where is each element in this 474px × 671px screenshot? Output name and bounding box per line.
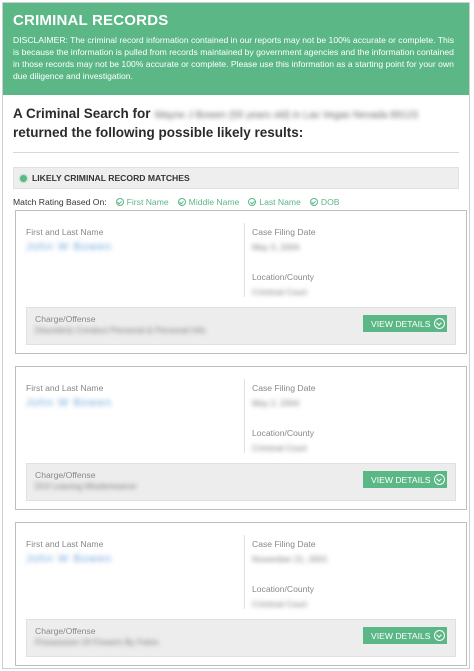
record-card: First and Last Name John W Bowen Case Fi… (15, 210, 467, 354)
name-label: First and Last Name (26, 227, 104, 237)
search-subject-blurred: Wayne J Bowen (55 years old) in Las Vega… (154, 110, 418, 121)
view-details-label: VIEW DETAILS (371, 630, 431, 641)
record-name[interactable]: John W Bowen (26, 241, 112, 253)
section-title: CRIMINAL RECORDS (13, 12, 169, 29)
likely-matches-bar: LIKELY CRIMINAL RECORD MATCHES (13, 167, 459, 189)
column-divider (244, 535, 245, 609)
chevron-down-circle-icon (433, 630, 445, 641)
record-name-column: First and Last Name John W Bowen (26, 539, 241, 567)
disclaimer-text: DISCLAIMER: The criminal record informat… (13, 35, 455, 81)
criminal-records-panel: CRIMINAL RECORDS DISCLAIMER: The crimina… (2, 2, 470, 669)
filing-date-value: May 3, 2004 (252, 242, 300, 252)
check-circle-icon (177, 198, 186, 206)
filing-date-value: May 2, 2004 (252, 398, 300, 408)
location-value: Criminal Court (252, 287, 307, 297)
view-details-button[interactable]: VIEW DETAILS (363, 315, 447, 332)
check-circle-icon (248, 198, 257, 206)
search-suffix: returned the following possible likely r… (13, 125, 304, 140)
charge-value: DUI Leaving Misdemeanor (35, 481, 137, 491)
charge-box: Charge/Offense Disorderly Conduct Person… (26, 307, 456, 345)
column-divider (244, 223, 245, 297)
search-summary-heading: A Criminal Search for Wayne J Bowen (55 … (13, 105, 459, 141)
criterion-middle-name: Middle Name (177, 197, 239, 207)
filing-date-value: November 21, 2001 (252, 554, 328, 564)
charge-box: Charge/Offense DUI Leaving Misdemeanor V… (26, 463, 456, 501)
criterion-last-name: Last Name (248, 197, 301, 207)
criminal-records-header: CRIMINAL RECORDS DISCLAIMER: The crimina… (3, 3, 469, 95)
search-prefix: A Criminal Search for (13, 106, 151, 121)
name-label: First and Last Name (26, 383, 104, 393)
charge-label: Charge/Offense (35, 314, 96, 324)
record-card: First and Last Name John W Bowen Case Fi… (15, 522, 467, 666)
record-card: First and Last Name John W Bowen Case Fi… (15, 366, 467, 510)
divider (13, 152, 459, 153)
filing-date-label: Case Filing Date (252, 383, 316, 393)
location-value: Criminal Court (252, 443, 307, 453)
filing-date-label: Case Filing Date (252, 227, 316, 237)
criterion-dob: DOB (309, 197, 339, 207)
location-label: Location/County (252, 272, 315, 282)
record-meta-column: Case Filing Date November 21, 2001 Locat… (252, 539, 452, 612)
check-circle-icon (309, 198, 318, 206)
match-rating-row: Match Rating Based On: First Name Middle… (13, 197, 459, 207)
view-details-button[interactable]: VIEW DETAILS (363, 627, 447, 644)
name-label: First and Last Name (26, 539, 104, 549)
match-rating-label: Match Rating Based On: (13, 197, 107, 207)
charge-box: Charge/Offense Possession Of Firearm By … (26, 619, 456, 657)
location-label: Location/County (252, 584, 315, 594)
record-meta-column: Case Filing Date May 3, 2004 Location/Co… (252, 227, 452, 300)
record-meta-column: Case Filing Date May 2, 2004 Location/Co… (252, 383, 452, 456)
column-divider (244, 379, 245, 453)
record-name-column: First and Last Name John W Bowen (26, 383, 241, 411)
record-name-column: First and Last Name John W Bowen (26, 227, 241, 255)
charge-value: Disorderly Conduct Personal & Personal I… (35, 325, 206, 335)
status-dot-icon (20, 174, 27, 182)
location-value: Criminal Court (252, 599, 307, 609)
likely-matches-heading: LIKELY CRIMINAL RECORD MATCHES (32, 173, 190, 183)
view-details-label: VIEW DETAILS (371, 318, 431, 329)
chevron-down-circle-icon (433, 474, 445, 485)
criterion-first-name: First Name (115, 197, 169, 207)
charge-label: Charge/Offense (35, 470, 96, 480)
charge-label: Charge/Offense (35, 626, 96, 636)
check-circle-icon (115, 198, 124, 206)
chevron-down-circle-icon (433, 318, 445, 329)
view-details-button[interactable]: VIEW DETAILS (363, 471, 447, 488)
view-details-label: VIEW DETAILS (371, 474, 431, 485)
filing-date-label: Case Filing Date (252, 539, 316, 549)
record-name[interactable]: John W Bowen (26, 553, 112, 565)
location-label: Location/County (252, 428, 315, 438)
search-intro: A Criminal Search for Wayne J Bowen (55 … (3, 95, 469, 153)
record-name[interactable]: John W Bowen (26, 397, 112, 409)
charge-value: Possession Of Firearm By Felon (35, 637, 159, 647)
